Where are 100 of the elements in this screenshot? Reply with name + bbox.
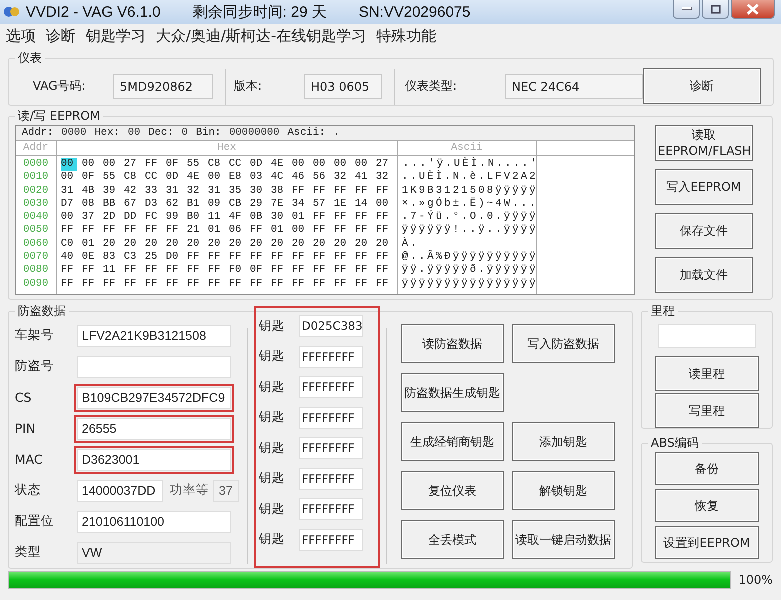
hex-byte[interactable]: 20 (145, 238, 166, 252)
hex-byte[interactable]: FF (250, 251, 271, 264)
key-field[interactable]: FFFFFFFF (299, 528, 363, 551)
hex-byte[interactable]: 20 (250, 238, 271, 252)
mileage-button[interactable]: 读里程 (655, 356, 759, 391)
hex-byte[interactable]: FF (61, 264, 82, 278)
immobilizer-button[interactable]: 防盗数据生成钥匙 (401, 373, 504, 412)
hex-byte[interactable]: 31 (61, 184, 82, 198)
hex-byte[interactable]: FF (355, 211, 376, 224)
hex-byte[interactable]: 32 (334, 171, 355, 185)
hex-byte[interactable]: 06 (229, 224, 250, 238)
eeprom-button[interactable]: 写入EEPROM (655, 169, 753, 205)
hex-byte[interactable]: FF (355, 264, 376, 278)
hex-byte[interactable]: 57 (313, 198, 334, 212)
hex-byte[interactable]: FF (166, 278, 187, 291)
hex-byte[interactable]: 00 (292, 158, 313, 172)
hex-byte[interactable]: 7E (271, 198, 292, 212)
menu-item[interactable]: 特殊功能 (376, 26, 437, 46)
menu-item[interactable]: 大众/奥迪/斯柯达-在线钥匙学习 (156, 26, 367, 46)
hex-byte[interactable]: 39 (103, 184, 124, 198)
hex-byte[interactable]: 01 (82, 238, 103, 252)
hex-byte[interactable]: 00 (376, 198, 397, 212)
immobilizer-button[interactable]: 解锁钥匙 (512, 471, 615, 510)
abs-button[interactable]: 恢复 (655, 489, 759, 522)
hex-byte[interactable]: FF (145, 264, 166, 278)
hex-byte[interactable]: FF (82, 224, 103, 238)
hex-byte[interactable]: 01 (208, 224, 229, 238)
hex-byte[interactable]: FF (166, 224, 187, 238)
hex-byte[interactable]: FF (292, 184, 313, 198)
hex-byte[interactable]: FF (208, 251, 229, 264)
hex-byte[interactable]: FF (313, 264, 334, 278)
text-field[interactable]: 210106110100 (77, 510, 231, 532)
hex-byte[interactable]: FF (292, 264, 313, 278)
hex-byte[interactable]: 30 (271, 211, 292, 224)
hex-byte[interactable]: 31 (208, 184, 229, 198)
hex-byte[interactable]: FF (376, 224, 397, 238)
hex-byte[interactable]: 20 (187, 238, 208, 252)
hex-byte[interactable]: FF (334, 211, 355, 224)
hex-byte[interactable]: FF (334, 278, 355, 291)
key-field[interactable]: FFFFFFFF (299, 498, 363, 520)
text-field[interactable]: H03 0605 (304, 74, 382, 98)
hex-byte[interactable]: FC (145, 211, 166, 224)
hex-byte[interactable]: FF (355, 251, 376, 264)
hex-byte[interactable]: FF (145, 158, 166, 172)
hex-byte[interactable]: FF (124, 278, 145, 291)
hex-byte[interactable]: FF (292, 251, 313, 264)
hex-byte[interactable]: 20 (376, 238, 397, 252)
hex-byte[interactable]: FF (271, 264, 292, 278)
immobilizer-button[interactable]: 复位仪表 (401, 471, 504, 510)
text-field[interactable]: NEC 24C64 (505, 74, 643, 98)
hex-byte[interactable]: FF (187, 251, 208, 264)
hex-byte[interactable]: FF (250, 224, 271, 238)
hex-byte[interactable]: C3 (124, 251, 145, 264)
hex-byte[interactable]: FF (334, 264, 355, 278)
hex-byte[interactable]: FF (271, 278, 292, 291)
hex-byte[interactable]: 00 (61, 171, 82, 185)
hex-byte[interactable]: FF (103, 278, 124, 291)
hex-byte[interactable]: 00 (61, 211, 82, 224)
text-field[interactable]: 37 (213, 480, 239, 502)
close-button[interactable] (731, 0, 775, 19)
hex-byte[interactable]: FF (103, 224, 124, 238)
immobilizer-button[interactable]: 读取一键启动数据 (512, 520, 615, 559)
hex-byte[interactable]: FF (313, 224, 334, 238)
hex-byte[interactable]: FF (376, 251, 397, 264)
hex-byte[interactable]: 0D (166, 171, 187, 185)
hex-byte[interactable]: 20 (208, 238, 229, 252)
text-field[interactable]: 14000037DD (77, 480, 163, 502)
immobilizer-button[interactable]: 添加钥匙 (512, 422, 615, 461)
hex-byte[interactable]: 0B (250, 211, 271, 224)
hex-byte[interactable]: CB (229, 198, 250, 212)
hex-byte[interactable]: CC (145, 171, 166, 185)
maximize-button[interactable] (702, 0, 729, 19)
hex-byte[interactable]: FF (292, 278, 313, 291)
hex-byte[interactable]: FF (124, 264, 145, 278)
hex-byte[interactable]: 99 (166, 211, 187, 224)
hex-byte[interactable]: FF (145, 278, 166, 291)
hex-byte[interactable]: 34 (292, 198, 313, 212)
hex-byte[interactable]: CC (229, 158, 250, 172)
key-field[interactable]: FFFFFFFF (299, 406, 363, 429)
hex-byte[interactable]: 33 (145, 184, 166, 198)
hex-byte[interactable]: 0F (166, 158, 187, 172)
hex-byte[interactable]: 21 (187, 224, 208, 238)
hex-byte[interactable]: 31 (166, 184, 187, 198)
hex-byte[interactable]: C8 (124, 171, 145, 185)
hex-byte[interactable]: 00 (82, 158, 103, 172)
hex-byte[interactable]: 20 (355, 238, 376, 252)
eeprom-button[interactable]: 保存文件 (655, 213, 753, 249)
hex-byte[interactable]: 40 (61, 251, 82, 264)
hex-byte[interactable]: FF (355, 278, 376, 291)
hex-byte[interactable]: 55 (187, 158, 208, 172)
hex-byte[interactable]: FF (334, 184, 355, 198)
hex-byte[interactable]: FF (334, 224, 355, 238)
hex-byte[interactable]: FF (376, 278, 397, 291)
hex-byte[interactable]: 4E (187, 171, 208, 185)
hex-byte[interactable]: 00 (334, 158, 355, 172)
hex-byte[interactable]: FF (355, 224, 376, 238)
hex-byte[interactable]: 0F (82, 171, 103, 185)
hex-byte[interactable]: 30 (250, 184, 271, 198)
hex-byte[interactable]: 2D (103, 211, 124, 224)
hex-byte[interactable]: 00 (61, 158, 77, 172)
